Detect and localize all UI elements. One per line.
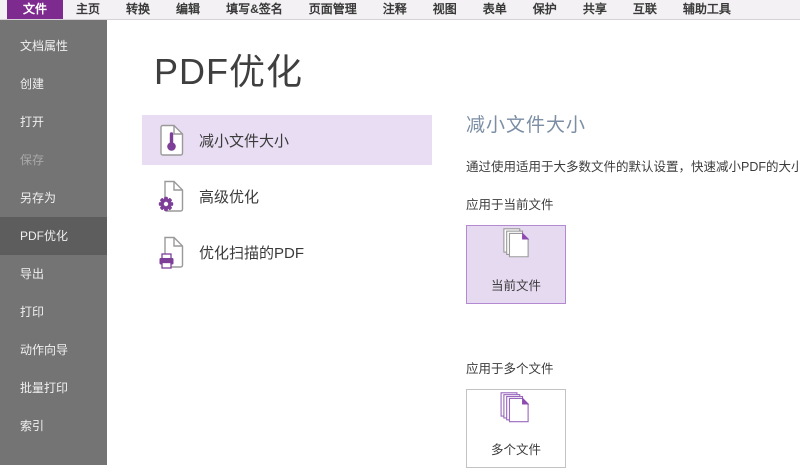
sidebar-item-save: 保存 — [0, 141, 107, 179]
panel-heading: 减小文件大小 — [466, 113, 796, 139]
page-title: PDF优化 — [154, 52, 303, 92]
file-menu-sidebar: 文档属性 创建 打开 保存 另存为 PDF优化 导出 打印 动作向导 批量打印 … — [0, 20, 107, 465]
pdf-optimize-page: PDF优化 减小文件大小 — [107, 20, 800, 465]
tab-protect[interactable]: 保护 — [520, 0, 570, 19]
tab-file[interactable]: 文件 — [7, 0, 63, 19]
option-label: 高级优化 — [199, 186, 259, 207]
sidebar-item-batch-print[interactable]: 批量打印 — [0, 369, 107, 407]
sidebar-item-print[interactable]: 打印 — [0, 293, 107, 331]
option-reduce-file-size[interactable]: 减小文件大小 — [142, 115, 432, 165]
current-file-section-label: 应用于当前文件 — [466, 197, 796, 214]
sidebar-item-pdf-optimize[interactable]: PDF优化 — [0, 217, 107, 255]
tab-accessibility[interactable]: 辅助工具 — [670, 0, 744, 19]
multiple-files-stack-icon — [496, 390, 536, 431]
sidebar-item-index[interactable]: 索引 — [0, 407, 107, 445]
multiple-files-section-label: 应用于多个文件 — [466, 361, 796, 378]
tab-organize[interactable]: 页面管理 — [296, 0, 370, 19]
current-file-tile-button[interactable]: 当前文件 — [466, 225, 566, 304]
tab-home[interactable]: 主页 — [63, 0, 113, 19]
tab-edit[interactable]: 编辑 — [163, 0, 213, 19]
multiple-files-tile-label: 多个文件 — [491, 439, 541, 458]
tab-share[interactable]: 共享 — [570, 0, 620, 19]
option-label: 减小文件大小 — [199, 130, 289, 151]
reduce-file-size-icon — [158, 124, 185, 157]
sidebar-item-create[interactable]: 创建 — [0, 65, 107, 103]
option-advanced-optimization[interactable]: 高级优化 — [142, 171, 432, 221]
tab-convert[interactable]: 转换 — [113, 0, 163, 19]
option-optimize-scanned-pdf[interactable]: 优化扫描的PDF — [142, 227, 432, 277]
sidebar-item-action-wizard[interactable]: 动作向导 — [0, 331, 107, 369]
sidebar-item-open[interactable]: 打开 — [0, 103, 107, 141]
reduce-file-size-panel: 减小文件大小 通过使用适用于大多数文件的默认设置，快速减小PDF的大小。 应用于… — [466, 113, 796, 468]
panel-description: 通过使用适用于大多数文件的默认设置，快速减小PDF的大小。 — [466, 159, 796, 176]
advanced-optimization-icon — [158, 180, 185, 213]
sidebar-item-export[interactable]: 导出 — [0, 255, 107, 293]
optimize-option-list: 减小文件大小 高级优化 — [142, 115, 432, 283]
option-label: 优化扫描的PDF — [199, 242, 304, 263]
sidebar-item-save-as[interactable]: 另存为 — [0, 179, 107, 217]
tab-connect[interactable]: 互联 — [620, 0, 670, 19]
multiple-files-tile-button[interactable]: 多个文件 — [466, 389, 566, 468]
tab-comment[interactable]: 注释 — [370, 0, 420, 19]
tab-view[interactable]: 视图 — [420, 0, 470, 19]
sidebar-item-document-properties[interactable]: 文档属性 — [0, 27, 107, 65]
tab-fill-sign[interactable]: 填写&签名 — [213, 0, 296, 19]
current-file-tile-label: 当前文件 — [491, 275, 541, 294]
tab-form[interactable]: 表单 — [470, 0, 520, 19]
current-file-stack-icon — [496, 226, 536, 267]
menu-bar: 文件 主页 转换 编辑 填写&签名 页面管理 注释 视图 表单 保护 共享 互联… — [0, 0, 800, 20]
optimize-scanned-pdf-icon — [158, 236, 185, 269]
